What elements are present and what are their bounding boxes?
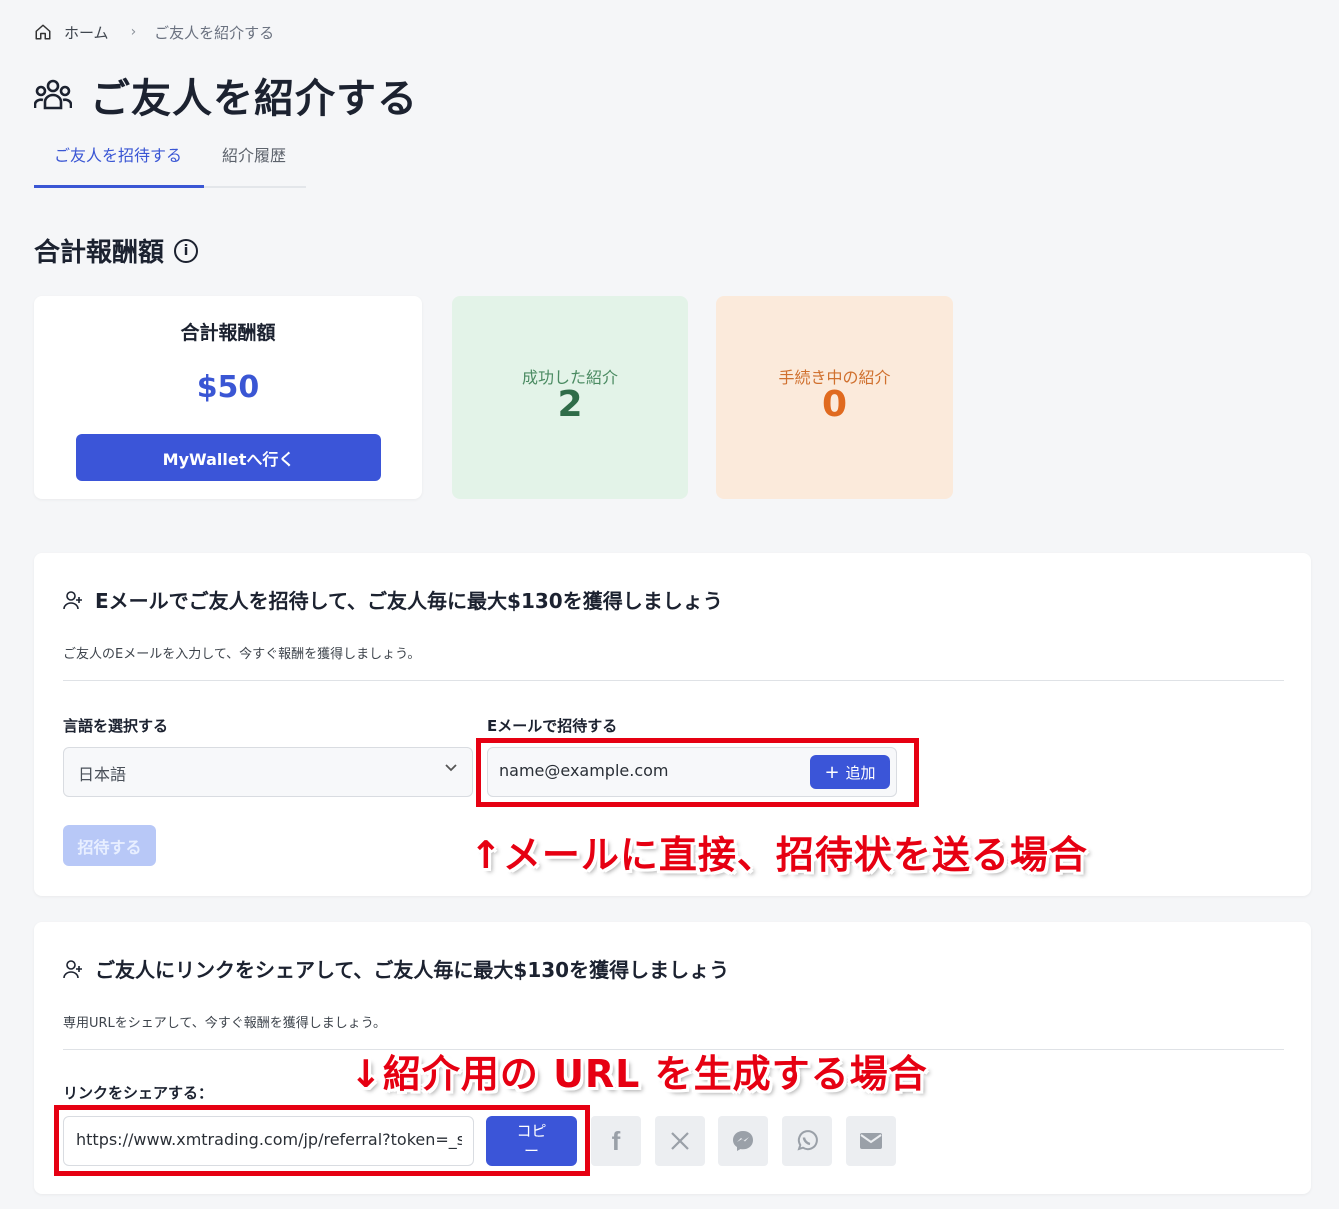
successful-referrals-card: 成功した紹介 2 bbox=[452, 296, 688, 499]
email-invite-label: Eメールで招待する bbox=[487, 717, 618, 735]
email-invite-title: Eメールでご友人を招待して、ご友人毎に最大$130を獲得しましょう bbox=[63, 585, 723, 614]
invite-button[interactable]: 招待する bbox=[63, 825, 156, 866]
tab-bar: ご友人を招待する 紹介履歴 bbox=[34, 136, 306, 188]
email-invite-title-text: Eメールでご友人を招待して、ご友人毎に最大$130を獲得しましょう bbox=[95, 589, 723, 613]
messenger-icon bbox=[731, 1129, 755, 1153]
rewards-heading: 合計報酬額 bbox=[34, 238, 165, 268]
url-highlight-box bbox=[54, 1105, 590, 1176]
x-icon bbox=[669, 1130, 691, 1152]
add-user-icon bbox=[63, 959, 83, 979]
share-facebook-button[interactable]: f bbox=[591, 1116, 641, 1166]
info-icon[interactable]: i bbox=[174, 238, 199, 263]
language-select-value: 日本語 bbox=[78, 765, 127, 784]
share-x-button[interactable] bbox=[655, 1116, 705, 1166]
chevron-right-icon: › bbox=[130, 24, 137, 40]
divider bbox=[63, 680, 1284, 681]
tab-invite-friends[interactable]: ご友人を招待する bbox=[54, 142, 182, 166]
breadcrumb-home-link[interactable]: ホーム bbox=[64, 22, 109, 43]
link-share-title-text: ご友人にリンクをシェアして、ご友人毎に最大$130を獲得しましょう bbox=[95, 958, 730, 982]
email-annotation: ↑メールに直接、招待状を送る場合 bbox=[470, 833, 1088, 877]
language-select[interactable]: 日本語 bbox=[63, 747, 473, 797]
mail-icon bbox=[859, 1131, 883, 1151]
share-mail-button[interactable] bbox=[846, 1116, 896, 1166]
users-icon bbox=[34, 78, 72, 112]
url-annotation: ↓紹介用の URL を生成する場合 bbox=[350, 1052, 928, 1096]
email-highlight-box bbox=[476, 738, 919, 807]
link-share-subtitle: 専用URLをシェアして、今すぐ報酬を獲得しましょう。 bbox=[63, 1016, 386, 1031]
language-label: 言語を選択する bbox=[63, 717, 169, 735]
go-to-mywallet-button[interactable]: MyWalletへ行く bbox=[76, 434, 381, 481]
pending-referrals-count: 0 bbox=[821, 384, 848, 425]
home-icon[interactable] bbox=[34, 23, 52, 41]
facebook-icon: f bbox=[611, 1125, 621, 1156]
share-messenger-button[interactable] bbox=[718, 1116, 768, 1166]
pending-referrals-card: 手続き中の紹介 0 bbox=[716, 296, 953, 499]
total-reward-label: 合計報酬額 bbox=[180, 322, 276, 344]
breadcrumb: ホーム › ご友人を紹介する bbox=[34, 20, 274, 44]
breadcrumb-current: ご友人を紹介する bbox=[154, 23, 275, 42]
share-link-label: リンクをシェアする： bbox=[63, 1084, 214, 1102]
chevron-down-icon bbox=[444, 760, 458, 778]
page-header: ご友人を紹介する bbox=[34, 66, 418, 124]
whatsapp-icon bbox=[795, 1129, 819, 1153]
rewards-section-title: 合計報酬額 i bbox=[34, 232, 199, 269]
add-user-icon bbox=[63, 590, 83, 610]
link-share-title: ご友人にリンクをシェアして、ご友人毎に最大$130を獲得しましょう bbox=[63, 954, 729, 983]
total-reward-amount: $50 bbox=[196, 370, 260, 405]
active-tab-indicator bbox=[34, 185, 204, 188]
tab-referral-history[interactable]: 紹介履歴 bbox=[222, 142, 286, 166]
share-whatsapp-button[interactable] bbox=[782, 1116, 832, 1166]
email-invite-subtitle: ご友人のEメールを入力して、今すぐ報酬を獲得しましょう。 bbox=[63, 647, 421, 662]
successful-referrals-count: 2 bbox=[557, 384, 583, 425]
total-reward-card: 合計報酬額 $50 MyWalletへ行く bbox=[34, 296, 422, 499]
page-title: ご友人を紹介する bbox=[90, 76, 418, 122]
